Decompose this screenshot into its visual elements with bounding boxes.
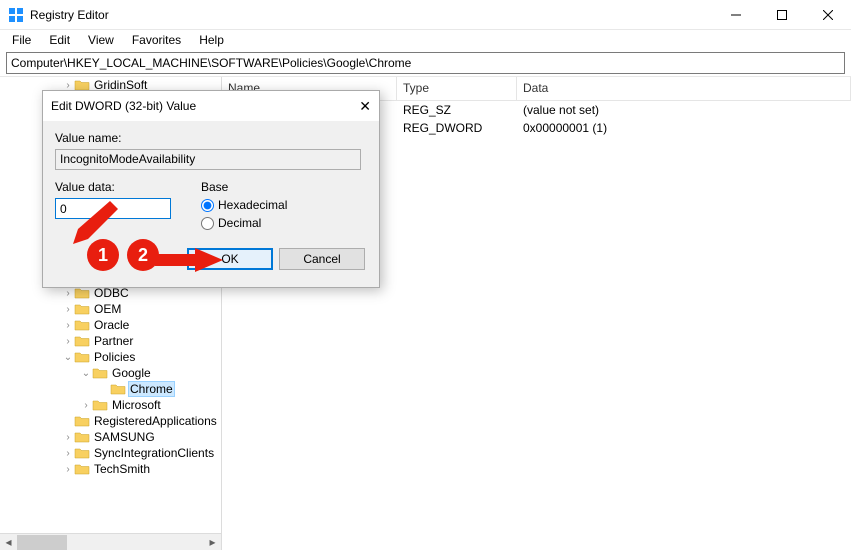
value-name-label: Value name: xyxy=(55,131,367,145)
scrollbar-thumb[interactable] xyxy=(17,535,67,550)
cell-type: REG_DWORD xyxy=(397,121,517,135)
app-icon xyxy=(8,7,24,23)
dialog-title: Edit DWORD (32-bit) Value xyxy=(51,99,341,113)
tree-item[interactable]: Chrome xyxy=(0,381,221,397)
tree-item[interactable]: ⌄ Google xyxy=(0,365,221,381)
tree-item[interactable]: › SAMSUNG xyxy=(0,429,221,445)
annotation-arrow-1 xyxy=(70,196,120,246)
annotation-arrow-2 xyxy=(155,248,223,272)
base-group-label: Base xyxy=(201,180,287,194)
tree-item[interactable]: › TechSmith xyxy=(0,461,221,477)
tree-item[interactable]: ⌄ Policies xyxy=(0,349,221,365)
annotation-step-2: 2 xyxy=(127,239,159,271)
tree-item-label: Chrome xyxy=(128,381,175,397)
window-controls xyxy=(713,0,851,29)
menu-favorites[interactable]: Favorites xyxy=(124,31,189,49)
expander-icon[interactable]: › xyxy=(62,304,74,315)
tree-item[interactable]: › Partner xyxy=(0,333,221,349)
expander-icon[interactable]: ⌄ xyxy=(80,368,92,379)
menu-view[interactable]: View xyxy=(80,31,122,49)
address-bar[interactable]: Computer\HKEY_LOCAL_MACHINE\SOFTWARE\Pol… xyxy=(6,52,845,74)
address-path: Computer\HKEY_LOCAL_MACHINE\SOFTWARE\Pol… xyxy=(11,56,411,70)
tree-item[interactable]: › SyncIntegrationClients xyxy=(0,445,221,461)
cell-data: (value not set) xyxy=(517,103,851,117)
tree-item-label: Partner xyxy=(92,334,135,348)
expander-icon[interactable]: › xyxy=(62,80,74,91)
cell-data: 0x00000001 (1) xyxy=(517,121,851,135)
tree-item[interactable]: › OEM xyxy=(0,301,221,317)
menu-file[interactable]: File xyxy=(4,31,39,49)
hexadecimal-radio[interactable] xyxy=(201,199,214,212)
column-type[interactable]: Type xyxy=(397,77,517,100)
tree-item[interactable]: › Oracle xyxy=(0,317,221,333)
dialog-close-icon[interactable]: ✕ xyxy=(341,98,371,115)
expander-icon[interactable]: › xyxy=(62,464,74,475)
expander-icon[interactable]: › xyxy=(62,320,74,331)
window-title: Registry Editor xyxy=(30,8,713,22)
titlebar: Registry Editor xyxy=(0,0,851,30)
horizontal-scrollbar[interactable]: ◂ ▸ xyxy=(0,533,221,550)
tree-item-label: Policies xyxy=(92,350,137,364)
value-data-label: Value data: xyxy=(55,180,171,194)
dialog-titlebar: Edit DWORD (32-bit) Value ✕ xyxy=(43,91,379,121)
tree-item-label: Google xyxy=(110,366,153,380)
tree-item-label: Oracle xyxy=(92,318,131,332)
annotation-step-1: 1 xyxy=(87,239,119,271)
decimal-label: Decimal xyxy=(218,216,261,230)
tree-item[interactable]: RegisteredApplications xyxy=(0,413,221,429)
minimize-button[interactable] xyxy=(713,0,759,30)
hexadecimal-label: Hexadecimal xyxy=(218,198,287,212)
expander-icon[interactable]: › xyxy=(80,400,92,411)
close-button[interactable] xyxy=(805,0,851,30)
expander-icon[interactable]: ⌄ xyxy=(62,352,74,363)
expander-icon[interactable]: › xyxy=(62,336,74,347)
column-data[interactable]: Data xyxy=(517,77,851,100)
menubar: File Edit View Favorites Help xyxy=(0,30,851,50)
tree-item-label: TechSmith xyxy=(92,462,152,476)
tree-item[interactable]: › Microsoft xyxy=(0,397,221,413)
menu-help[interactable]: Help xyxy=(191,31,232,49)
tree-item-label: RegisteredApplications xyxy=(92,414,219,428)
tree-item-label: Microsoft xyxy=(110,398,163,412)
decimal-radio[interactable] xyxy=(201,217,214,230)
value-name-field: IncognitoModeAvailability xyxy=(55,149,361,170)
expander-icon[interactable]: › xyxy=(62,432,74,443)
tree-item-label: SAMSUNG xyxy=(92,430,157,444)
expander-icon[interactable]: › xyxy=(62,288,74,299)
maximize-button[interactable] xyxy=(759,0,805,30)
cancel-button[interactable]: Cancel xyxy=(279,248,365,270)
tree-item-label: ODBC xyxy=(92,286,131,300)
scroll-left-icon[interactable]: ◂ xyxy=(0,534,17,550)
menu-edit[interactable]: Edit xyxy=(41,31,78,49)
cell-type: REG_SZ xyxy=(397,103,517,117)
scroll-right-icon[interactable]: ▸ xyxy=(204,534,221,550)
tree-item-label: OEM xyxy=(92,302,123,316)
tree-item-label: SyncIntegrationClients xyxy=(92,446,216,460)
expander-icon[interactable]: › xyxy=(62,448,74,459)
